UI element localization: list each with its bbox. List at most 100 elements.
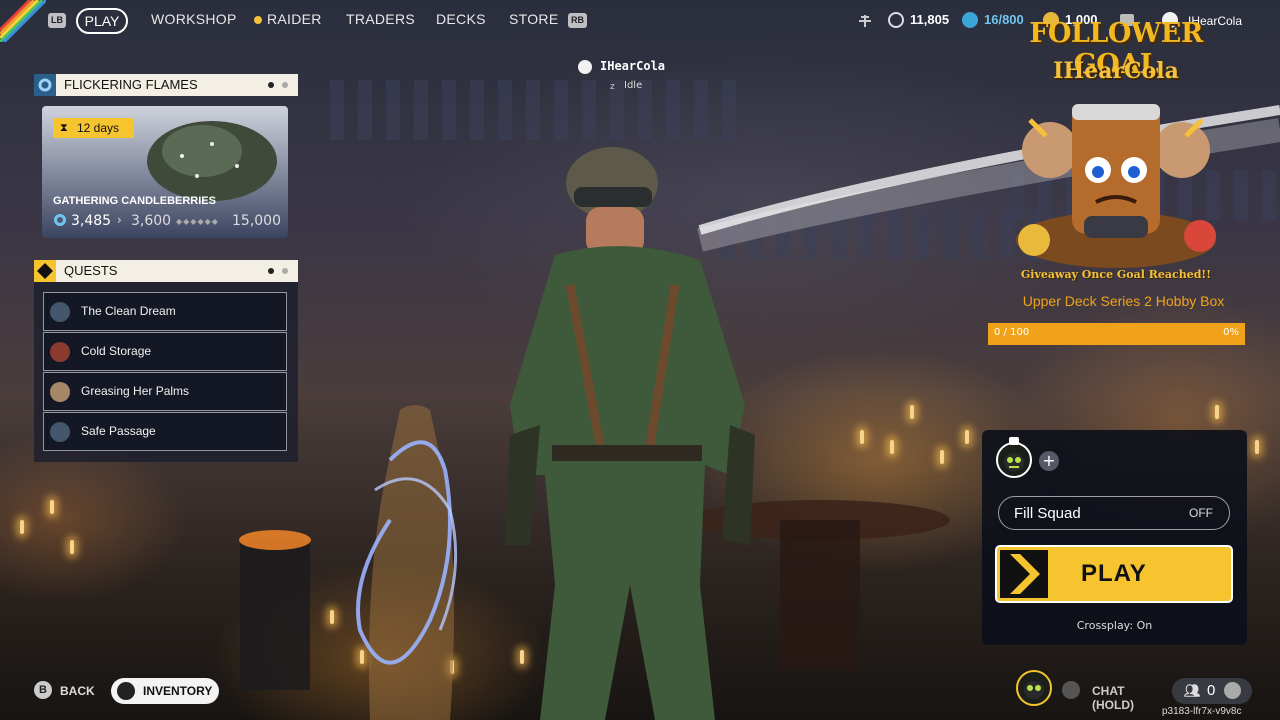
follower-goal-overlay: FOLLOWER GOAL IHearCola Giveaway Once Go… [985,14,1247,349]
party-count: 0 [1207,682,1216,699]
chat-button[interactable]: CHAT (HOLD) [1062,678,1168,712]
event-goal: 15,000 [232,213,281,229]
quest-name: Greasing Her Palms [81,384,190,398]
settings-sliders-icon[interactable] [857,13,873,29]
play-chevron-icon [1000,550,1048,598]
view-button-icon [117,682,135,700]
tab-play[interactable]: PLAY [76,8,128,34]
quest-trader-icon [50,382,70,402]
quest-name: Cold Storage [81,344,152,358]
candle [70,540,74,554]
left-bumper-hint: LB [48,13,66,28]
quests-diamond-icon [34,260,56,282]
mascot-soda-can-image [1016,104,1216,268]
raider-alert-icon [254,16,262,24]
event-card[interactable]: ⧗ 12 days GATHERING CANDLEBERRIES 3,485 … [42,106,288,238]
page-dot-active [268,82,274,88]
player-status: Idle [624,80,643,91]
inventory-label: INVENTORY [143,684,213,698]
menu-lines-icon [1224,682,1241,699]
candle [1255,440,1259,454]
quest-name: The Clean Dream [81,304,176,318]
page-dot-active [268,268,274,274]
idle-icon: z [610,82,615,92]
quests-panel-header[interactable]: QUESTS [34,260,298,282]
party-button[interactable]: 👥︎ 0 [1172,678,1252,704]
candle [50,500,54,514]
squad-panel: + Fill Squad OFF PLAY Crossplay: On [982,430,1247,645]
page-dot [282,82,288,88]
self-avatar[interactable] [1016,670,1052,706]
candle [330,610,334,624]
quest-item[interactable]: Cold Storage [43,332,287,371]
fill-squad-value: OFF [1189,506,1213,520]
player-nameplate: IHearCola z Idle [578,58,698,98]
add-squad-member-button[interactable]: + [1039,451,1059,471]
back-label: BACK [60,684,95,698]
follower-progress-bar: 0 / 100 0% [988,323,1245,345]
squad-member-avatar[interactable] [996,442,1032,478]
page-dot [282,268,288,274]
gear-icon [34,74,56,96]
glowing-statue [356,405,458,720]
tab-workshop[interactable]: WORKSHOP [151,11,237,27]
crown-icon [578,60,592,74]
candle [940,450,944,464]
quest-trader-icon [50,302,70,322]
candle [20,520,24,534]
rainbow-stripe-logo [0,0,46,42]
event-timer: 12 days [77,121,120,135]
candle [965,430,969,444]
event-title: FLICKERING FLAMES [64,77,198,92]
chat-label: CHAT (HOLD) [1092,684,1134,712]
quest-item[interactable]: Greasing Her Palms [43,372,287,411]
quests-list: The Clean Dream Cold Storage Greasing He… [34,282,298,462]
candle [890,440,894,454]
tab-raider[interactable]: RAIDER [267,11,322,27]
inventory-button[interactable]: INVENTORY [111,678,219,704]
right-bumper-hint: RB [568,13,587,28]
tab-decks[interactable]: DECKS [436,11,486,27]
tokens-icon [962,12,978,28]
session-code: p3183-lfr7x-v9v8c [1162,706,1242,717]
event-gear-icon [54,214,66,226]
event-current-progress: 3,485 [71,213,112,229]
giveaway-prize: Upper Deck Series 2 Hobby Box [1022,293,1225,309]
giveaway-note: Giveaway Once Goal Reached!! [1020,268,1212,281]
crown-icon [1009,437,1019,445]
event-panel-header[interactable]: FLICKERING FLAMES [34,74,298,96]
candle [1215,405,1219,419]
quest-item[interactable]: Safe Passage [43,412,287,451]
quest-trader-icon [50,422,70,442]
player-name: IHearCola [600,59,666,73]
coins-amount: 11,805 [910,12,950,27]
candleberry-bush-image [147,121,277,201]
party-icon: 👥︎ [1184,683,1201,698]
candle [860,430,864,444]
coins-icon [888,12,904,28]
play-button-label: PLAY [1081,560,1147,587]
event-next-milestone: 3,600 [131,213,172,229]
event-timer-badge: ⧗ 12 days [53,118,134,138]
chevron-right-icon: › [117,213,122,227]
follower-goal-channel: IHearCola [1053,58,1179,84]
fill-squad-label: Fill Squad [1014,505,1081,522]
play-button[interactable]: PLAY [995,545,1233,603]
quest-trader-icon [50,342,70,362]
event-subtitle: GATHERING CANDLEBERRIES [53,195,216,207]
tab-store[interactable]: STORE [509,11,558,27]
menu-button-icon [1062,681,1080,699]
milestone-dots: ◆◆◆◆◆◆ [176,217,219,226]
follower-progress-percent: 0% [1223,327,1239,338]
crossplay-status: Crossplay: On [1076,619,1153,632]
quests-title: QUESTS [64,263,118,278]
follower-progress-count: 0 / 100 [994,327,1030,338]
b-button-icon: B [34,681,52,699]
tab-traders[interactable]: TRADERS [346,11,415,27]
player-character [505,147,755,720]
fill-squad-toggle[interactable]: Fill Squad OFF [998,496,1230,530]
quest-item[interactable]: The Clean Dream [43,292,287,331]
hourglass-icon: ⧗ [60,121,68,134]
quest-name: Safe Passage [81,424,156,438]
candle [910,405,914,419]
